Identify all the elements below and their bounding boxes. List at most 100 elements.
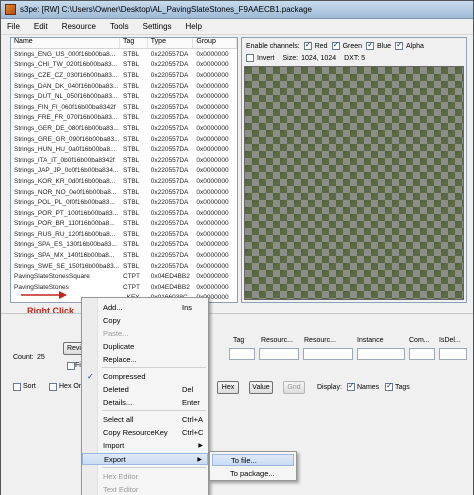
menu-item-copy[interactable]: Copy (82, 314, 208, 326)
filter-instance-input[interactable] (357, 348, 405, 360)
resource-list[interactable]: Name Tag Type Group Strings_ENG_US_000f1… (10, 37, 238, 303)
filter-checkbox[interactable] (67, 362, 75, 370)
table-row[interactable]: Strings_FRE_FR_070f16b00ba83... STBL 0x220… (11, 113, 237, 124)
menu-file[interactable]: File (7, 22, 20, 31)
menu-item-select-all-shortcut: Ctrl+A (182, 414, 204, 424)
table-row[interactable]: Strings_CZE_CZ_030f16b00ba83... STBL 0x220… (11, 70, 237, 81)
cell-tag: STBL (123, 220, 140, 228)
menu-resource[interactable]: Resource (62, 22, 96, 31)
channel-green-checkbox[interactable] (331, 40, 340, 50)
cell-name: PavingSlateStones (14, 283, 69, 291)
table-row[interactable]: Strings_DAN_DK_040f16b00ba83... STBL 0x220… (11, 81, 237, 92)
cell-type: 0x220557DA (150, 188, 189, 196)
menu-item-hex-editor-label: Hex Editor (103, 471, 139, 481)
cell-group: 0x0000000 (196, 93, 229, 101)
column-header-tag[interactable]: Tag (120, 38, 148, 48)
table-row[interactable]: Strings_RUS_RU_120f16b00ba8... STBL 0x2205… (11, 229, 237, 240)
cell-tag: STBL (123, 103, 140, 111)
table-row[interactable]: Strings_CHI_TW_020f16b00ba83... STBL 0x220… (11, 60, 237, 71)
column-header-name[interactable]: Name (11, 38, 120, 48)
channels-label: Enable channels: (246, 42, 300, 50)
table-row[interactable]: Strings_ENG_US_000f16b00ba8... STBL 0x2205… (11, 49, 237, 60)
export-submenu: To file... To package... (209, 451, 297, 481)
table-row[interactable]: Strings_GER_DE_080f16b00ba83... STBL 0x220… (11, 123, 237, 134)
invert-checkbox[interactable] (246, 54, 254, 62)
cell-name: Strings_POL_PL_0f0f16b00ba83... (14, 199, 115, 207)
filter-resource-type-input[interactable] (259, 348, 299, 360)
tags-checkbox[interactable] (385, 381, 393, 391)
menu-item-duplicate[interactable]: Duplicate (82, 340, 208, 352)
value-button[interactable]: Value (249, 381, 273, 394)
table-row[interactable]: Strings_JAP_JP_0c0f16b00ba834... STBL 0x22… (11, 166, 237, 177)
export-to-file[interactable]: To file... (212, 454, 294, 466)
table-row[interactable]: Strings_POR_PT_100f16b00ba83... STBL 0x220… (11, 208, 237, 219)
table-row[interactable]: Strings_SWE_SE_150f16b00ba83... STBL 0x220… (11, 261, 237, 272)
table-row[interactable]: Strings_POR_BR_110f16b00ba8... STBL 0x2205… (11, 219, 237, 230)
channel-alpha-checkbox[interactable] (395, 40, 404, 50)
cell-type: 0x220557DA (150, 114, 189, 122)
menu-separator (102, 410, 206, 411)
filter-tag-input[interactable] (229, 348, 255, 360)
table-row[interactable]: Strings_KOR_KR_0d0f16b00ba8... STBL 0x2205… (11, 176, 237, 187)
menu-item-text-editor[interactable]: Text Editor (82, 483, 208, 495)
menu-item-replace[interactable]: Replace... (82, 353, 208, 365)
size-label: Size: (282, 54, 299, 62)
menu-item-compressed[interactable]: ✓ Compressed (82, 370, 208, 382)
cell-group: 0x0000000 (196, 241, 229, 249)
column-header-type[interactable]: Type (148, 38, 194, 48)
menu-help[interactable]: Help (186, 22, 202, 31)
cell-type: 0x220557DA (150, 177, 189, 185)
table-row[interactable]: Strings_HUN_HU_0a0f16b00ba8... STBL 0x2205… (11, 144, 237, 155)
menu-item-paste[interactable]: Paste... (82, 327, 208, 339)
cell-tag: STBL (123, 262, 140, 270)
table-row[interactable]: Strings_GRE_GR_090f16b00ba83... STBL 0x220… (11, 134, 237, 145)
menu-edit[interactable]: Edit (34, 22, 48, 31)
hex-only-checkbox[interactable] (49, 383, 57, 391)
channel-blue-checkbox[interactable] (366, 40, 375, 50)
table-row[interactable]: Strings_DUT_NL_050f16b00ba83... STBL 0x220… (11, 91, 237, 102)
table-row[interactable]: Strings_POL_PL_0f0f16b00ba83... STBL 0x220… (11, 197, 237, 208)
export-to-package[interactable]: To package... (212, 467, 294, 479)
table-row[interactable]: Strings_SPA_MX_140f16b00ba8... STBL 0x2205… (11, 250, 237, 261)
cell-tag: STBL (123, 114, 140, 122)
cell-type: 0x220557DA (150, 199, 189, 207)
menu-tools[interactable]: Tools (110, 22, 129, 31)
cell-group: 0x0000000 (196, 262, 229, 270)
cell-type: 0x220557DA (150, 146, 189, 154)
filter-isdeleted-input[interactable] (439, 348, 467, 360)
table-row[interactable]: Strings_NOR_NO_0e0f16b00ba8... STBL 0x2205… (11, 187, 237, 198)
menu-item-import[interactable]: Import ▶ (82, 439, 208, 451)
menu-bar: File Edit Resource Tools Settings Help (1, 19, 473, 35)
cell-type: 0x220557DA (150, 209, 189, 217)
table-row[interactable]: Strings_SPA_ES_130f16b00ba83... STBL 0x220… (11, 240, 237, 251)
names-checkbox[interactable] (347, 381, 355, 391)
menu-item-deleted[interactable]: Deleted Del (82, 383, 208, 395)
menu-settings[interactable]: Settings (143, 22, 172, 31)
channel-red-checkbox[interactable] (303, 40, 312, 50)
grid-button[interactable]: Grid (283, 381, 305, 394)
table-row[interactable]: Strings_ITA_IT_0b0f16b00ba8342f STBL 0x220… (11, 155, 237, 166)
column-header-group[interactable]: Group (193, 38, 237, 48)
menu-item-copy-resourcekey[interactable]: Copy ResourceKey Ctrl+C (82, 426, 208, 438)
menu-item-select-all[interactable]: Select all Ctrl+A (82, 413, 208, 425)
size-value: 1024, 1024 (301, 54, 337, 62)
filter-resource-group-input[interactable] (303, 348, 353, 360)
menu-item-details[interactable]: Details... Enter (82, 396, 208, 408)
table-row[interactable]: Strings_FIN_FI_060f16b00ba8342f STBL 0x220… (11, 102, 237, 113)
menu-item-add[interactable]: Add... Ins (82, 301, 208, 313)
cell-name: Strings_NOR_NO_0e0f16b00ba8... (14, 188, 117, 196)
table-row[interactable]: PavingSlateStonesSquare CTPT 0x04ED4BB2 0x0… (11, 271, 237, 282)
sort-checkbox[interactable] (13, 383, 21, 391)
cell-name: Strings_GER_DE_080f16b00ba83... (14, 124, 119, 132)
menu-item-export[interactable]: Export ▶ (82, 453, 208, 465)
cell-name: Strings_GRE_GR_090f16b00ba83... (14, 135, 120, 143)
menu-item-details-label: Details... (103, 397, 133, 407)
menu-item-hex-editor[interactable]: Hex Editor (82, 470, 208, 482)
resource-list-rows: Strings_ENG_US_000f16b00ba8... STBL 0x2205… (11, 49, 237, 302)
cell-type: 0x220557DA (150, 82, 189, 90)
menu-item-replace-label: Replace... (103, 354, 137, 364)
filter-compressed-input[interactable] (409, 348, 435, 360)
menu-separator (102, 467, 206, 468)
hex-button[interactable]: Hex (217, 381, 239, 394)
title-bar[interactable]: s3pe: [RW] C:\Users\Owner\Desktop\AL_Pav… (1, 1, 473, 19)
